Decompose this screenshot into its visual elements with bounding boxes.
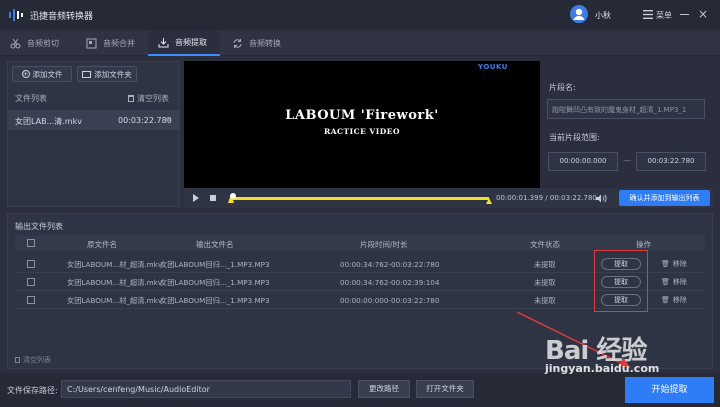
change-path-button[interactable]: 更改路径 bbox=[358, 380, 410, 398]
file-panel bbox=[7, 61, 180, 207]
trash-icon: 🗑 bbox=[661, 296, 670, 304]
plus-circle-icon: + bbox=[21, 70, 30, 78]
add-folder-button[interactable]: 添加文件夹 bbox=[77, 66, 137, 82]
header-status: 文件状态 bbox=[530, 240, 560, 249]
merge-icon bbox=[86, 38, 97, 48]
clear-list-button[interactable]: 清空列表 bbox=[128, 93, 169, 104]
header-actions: 操作 bbox=[636, 240, 651, 249]
tab-label: 音频剪切 bbox=[27, 38, 59, 48]
clear-output-label: 清空列表 bbox=[23, 356, 51, 364]
youku-watermark: YOUKU bbox=[478, 63, 508, 71]
clear-output-list-button[interactable]: 清空列表 bbox=[15, 355, 51, 365]
row-checkbox[interactable] bbox=[27, 296, 35, 304]
clear-list-label: 清空列表 bbox=[137, 94, 169, 103]
row-checkbox[interactable] bbox=[27, 260, 35, 268]
convert-icon bbox=[233, 38, 242, 48]
range-separator: — bbox=[623, 156, 631, 165]
output-file-name: 女团LABOUM回归..._1.MP3.MP3 bbox=[160, 296, 270, 305]
selected-range bbox=[231, 197, 489, 200]
play-icon[interactable] bbox=[193, 194, 199, 202]
output-file-name: 女团LABOUM回归..._1.MP3.MP3 bbox=[160, 278, 270, 287]
current-time: 00:00:01.399 bbox=[496, 194, 544, 202]
tab-audio-cut[interactable]: 音频剪切 bbox=[10, 30, 70, 56]
time-separator: / bbox=[545, 194, 548, 202]
start-time-input[interactable]: 00:00:00.000 bbox=[548, 152, 618, 171]
trash-icon: 🗑 bbox=[661, 278, 670, 286]
save-path-label: 文件保存路径: bbox=[7, 386, 58, 395]
remove-button[interactable]: 🗑 移除 bbox=[661, 259, 687, 269]
remove-label: 移除 bbox=[672, 278, 687, 286]
end-time-input[interactable]: 00:03:22.780 bbox=[636, 152, 706, 171]
close-icon[interactable]: × bbox=[698, 7, 708, 21]
segment-time: 00:00:34:762-00:03:22:780 bbox=[340, 260, 440, 269]
file-list-title: 文件列表 bbox=[15, 94, 47, 103]
user-name[interactable]: 小秋 bbox=[595, 10, 611, 21]
trash-icon bbox=[15, 357, 20, 363]
source-file-name: 女团LABOUM...材_超清.mkv bbox=[67, 278, 163, 287]
segment-name-label: 片段名: bbox=[549, 83, 576, 92]
file-status: 未提取 bbox=[534, 278, 556, 287]
file-options-icon[interactable]: ✱ bbox=[165, 116, 171, 124]
remove-label: 移除 bbox=[672, 296, 687, 304]
total-time: 00:03:22.780 bbox=[549, 194, 597, 202]
folder-icon bbox=[82, 70, 92, 78]
scissors-icon bbox=[10, 38, 21, 48]
file-name: 女团LAB...清.mkv bbox=[15, 117, 82, 126]
playhead[interactable] bbox=[230, 193, 236, 199]
select-all-checkbox[interactable] bbox=[27, 239, 35, 247]
segment-time: 00:00:00:000-00:03:22:780 bbox=[340, 296, 440, 305]
tab-audio-merge[interactable]: 音频合并 bbox=[86, 30, 146, 56]
title-bar bbox=[0, 0, 720, 30]
tab-audio-convert[interactable]: 音频转换 bbox=[232, 30, 292, 56]
open-folder-button[interactable]: 打开文件夹 bbox=[416, 380, 474, 398]
header-source-name: 原文件名 bbox=[87, 240, 117, 249]
volume-icon[interactable] bbox=[596, 194, 607, 203]
segment-name-input[interactable]: 1_跑啦舞凹凸有致的魔鬼身材_超清_1.MP3 bbox=[547, 99, 705, 119]
add-to-output-button[interactable]: 确认并添加到输出列表 bbox=[619, 190, 710, 206]
add-file-button[interactable]: + 添加文件 bbox=[12, 66, 72, 82]
file-duration: 00:03:22.780 bbox=[118, 116, 172, 125]
range-label: 当前片段范围: bbox=[549, 133, 600, 142]
start-extract-button[interactable]: 开始提取 bbox=[625, 377, 714, 403]
trash-icon bbox=[128, 95, 134, 102]
tab-label: 音频合并 bbox=[103, 38, 135, 48]
row-checkbox[interactable] bbox=[27, 278, 35, 286]
menu-icon[interactable] bbox=[643, 10, 653, 19]
tab-label: 音频提取 bbox=[175, 37, 207, 47]
tab-label: 音频转换 bbox=[249, 38, 281, 48]
add-file-label: 添加文件 bbox=[32, 69, 63, 79]
save-path-input[interactable]: C:/Users/cenfeng/Music/AudioEditor bbox=[61, 380, 351, 398]
header-output-name: 输出文件名 bbox=[196, 240, 234, 249]
video-subtitle-text: RACTICE VIDEO bbox=[324, 127, 400, 136]
trash-icon: 🗑 bbox=[661, 260, 670, 268]
avatar[interactable] bbox=[570, 5, 588, 23]
header-segment-time: 片段时间/时长 bbox=[360, 240, 408, 249]
remove-label: 移除 bbox=[672, 260, 687, 268]
time-readout: 00:00:01.399 / 00:03:22.780 bbox=[496, 194, 597, 202]
menu-button[interactable]: 菜单 bbox=[656, 10, 672, 21]
source-file-name: 女团LABOUM...材_超清.mkv bbox=[67, 260, 163, 269]
file-status: 未提取 bbox=[534, 260, 556, 269]
source-file-name: 女团LABOUM...材_超清.mkv bbox=[67, 296, 163, 305]
segment-time: 00:00:34:762-00:02:39:104 bbox=[340, 278, 440, 287]
video-preview[interactable] bbox=[184, 61, 540, 188]
stop-icon[interactable] bbox=[210, 195, 216, 201]
tab-audio-extract[interactable]: 音频提取 bbox=[148, 30, 220, 56]
remove-button[interactable]: 🗑 移除 bbox=[661, 277, 687, 287]
extract-icon bbox=[158, 37, 169, 47]
file-status: 未提取 bbox=[534, 296, 556, 305]
output-file-name: 女团LABOUM回归..._1.MP3.MP3 bbox=[160, 260, 270, 269]
output-list-title: 输出文件列表 bbox=[15, 222, 63, 231]
remove-button[interactable]: 🗑 移除 bbox=[661, 295, 687, 305]
baidu-watermark-url: jingyan.baidu.com bbox=[545, 362, 660, 375]
app-title: 迅捷音频转换器 bbox=[30, 12, 94, 22]
app-logo-icon bbox=[9, 9, 23, 21]
highlight-box bbox=[594, 250, 648, 312]
minimize-icon[interactable] bbox=[680, 14, 689, 15]
video-title-text: LABOUM 'Firework' bbox=[285, 108, 439, 123]
add-folder-label: 添加文件夹 bbox=[94, 69, 132, 79]
